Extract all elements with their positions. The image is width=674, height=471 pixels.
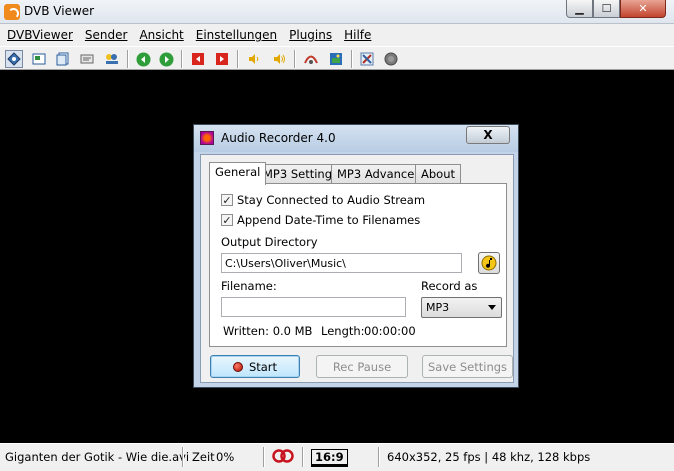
record-as-label: Record as xyxy=(421,279,478,293)
dialog-title: Audio Recorder 4.0 xyxy=(221,131,336,145)
filename-input[interactable] xyxy=(221,297,406,317)
menu-ansicht[interactable]: Ansicht xyxy=(136,28,192,42)
close-icon: ✕ xyxy=(638,2,648,15)
toolbar-separator xyxy=(181,50,183,68)
menu-plugins[interactable]: Plugins xyxy=(286,28,341,42)
close-icon: X xyxy=(483,128,493,142)
menu-hilfe[interactable]: Hilfe xyxy=(341,28,380,42)
dialog-title-bar: Audio Recorder 4.0 X xyxy=(194,125,518,152)
status-separator xyxy=(378,447,380,467)
audio-recorder-icon xyxy=(200,131,214,145)
maximize-button[interactable]: ☐ xyxy=(593,0,620,18)
volume-up-icon xyxy=(274,54,285,64)
toolbar-separator xyxy=(237,50,239,68)
forward-icon xyxy=(159,52,173,66)
record-as-select[interactable]: MP3 xyxy=(421,297,502,318)
dialog-body: General MP3 Settings MP3 Advanced About … xyxy=(200,154,514,383)
folder-music-icon xyxy=(481,255,497,271)
close-button[interactable]: ✕ xyxy=(620,0,666,18)
tv-mode-icon xyxy=(7,52,21,66)
menu-bar: DVBViewer Sender Ansicht Einstellungen P… xyxy=(0,24,674,46)
aspect-ratio-indicator[interactable]: 16:9 xyxy=(311,449,348,467)
timeshift-button[interactable] xyxy=(302,50,320,68)
epg-button[interactable] xyxy=(30,50,48,68)
status-bar: Giganten der Gotik - Wie die.avi Zeit 0%… xyxy=(0,443,674,471)
back-icon xyxy=(136,52,150,66)
toolbar-separator xyxy=(294,50,296,68)
minimize-icon: ▁ xyxy=(575,2,584,15)
tab-general[interactable]: General xyxy=(209,162,267,185)
status-separator xyxy=(182,447,184,467)
toolbar-separator xyxy=(351,50,353,68)
next-channel-icon xyxy=(216,53,228,65)
start-button[interactable]: Start xyxy=(210,355,300,378)
chevron-down-icon xyxy=(488,305,496,310)
written-status: Written: 0.0 MB xyxy=(223,324,313,338)
record-dot-icon xyxy=(232,361,243,372)
timeshift-icon xyxy=(304,55,318,64)
title-bar: DVB Viewer ▁ ☐ ✕ xyxy=(0,0,674,24)
status-separator xyxy=(263,447,265,467)
output-directory-input[interactable]: C:\Users\Oliver\Music\ xyxy=(221,253,462,273)
tv-mode-button[interactable] xyxy=(5,50,23,68)
status-media-info: 640x352, 25 fps | 48 khz, 128 kbps xyxy=(387,450,591,464)
checkbox-box: ✓ xyxy=(221,214,233,226)
back-button[interactable] xyxy=(134,50,152,68)
checkbox-box: ✓ xyxy=(221,194,233,206)
epg-icon xyxy=(32,53,46,65)
teletext-button[interactable] xyxy=(78,50,96,68)
settings-icon xyxy=(360,52,374,66)
volume-down-button[interactable] xyxy=(245,50,263,68)
recorder-icon xyxy=(106,54,118,64)
stay-connected-checkbox[interactable]: ✓ Stay Connected to Audio Stream xyxy=(221,193,425,207)
length-value: 00:00:00 xyxy=(364,324,416,338)
dvbviewer-app-icon xyxy=(4,4,20,20)
settings-button[interactable] xyxy=(358,50,376,68)
record-button[interactable] xyxy=(382,50,400,68)
maximize-icon: ☐ xyxy=(601,2,612,15)
append-datetime-checkbox[interactable]: ✓ Append Date-Time to Filenames xyxy=(221,213,420,227)
volume-up-button[interactable] xyxy=(270,50,288,68)
rec-pause-button[interactable]: Rec Pause xyxy=(316,355,408,378)
output-directory-label: Output Directory xyxy=(221,235,318,249)
channel-list-button[interactable] xyxy=(54,50,72,68)
save-settings-button[interactable]: Save Settings xyxy=(422,355,513,378)
status-time-label: Zeit xyxy=(192,450,215,464)
check-icon: ✓ xyxy=(222,193,232,207)
volume-down-icon xyxy=(249,54,259,64)
next-channel-button[interactable] xyxy=(213,50,231,68)
general-tab-panel: ✓ Stay Connected to Audio Stream ✓ Appen… xyxy=(209,183,507,347)
snapshot-button[interactable] xyxy=(327,50,345,68)
teletext-icon xyxy=(80,54,94,64)
menu-sender[interactable]: Sender xyxy=(82,28,137,42)
prev-channel-icon xyxy=(192,53,204,65)
tab-mp3-advanced[interactable]: MP3 Advanced xyxy=(331,164,428,184)
channel-list-icon xyxy=(56,52,69,66)
browse-folder-button[interactable] xyxy=(478,252,500,274)
recorder-button[interactable] xyxy=(103,50,121,68)
menu-einstellungen[interactable]: Einstellungen xyxy=(193,28,286,42)
audio-recorder-dialog: Audio Recorder 4.0 X General MP3 Setting… xyxy=(193,124,519,388)
stereo-icon xyxy=(272,449,294,463)
filename-label: Filename: xyxy=(221,279,277,293)
snapshot-icon xyxy=(330,53,342,65)
dialog-close-button[interactable]: X xyxy=(466,126,510,144)
tab-about[interactable]: About xyxy=(415,164,462,184)
status-time-value: 0% xyxy=(216,450,235,464)
menu-dvbviewer[interactable]: DVBViewer xyxy=(4,28,82,42)
toolbar xyxy=(0,46,674,70)
minimize-button[interactable]: ▁ xyxy=(566,0,593,18)
status-separator xyxy=(302,447,304,467)
status-filename: Giganten der Gotik - Wie die.avi xyxy=(5,450,190,464)
prev-channel-button[interactable] xyxy=(189,50,207,68)
record-icon xyxy=(384,52,398,66)
audio-channels-icon[interactable] xyxy=(272,449,294,466)
check-icon: ✓ xyxy=(222,213,232,227)
toolbar-separator xyxy=(127,50,129,68)
length-label: Length: xyxy=(321,324,365,338)
forward-button[interactable] xyxy=(157,50,175,68)
window-title: DVB Viewer xyxy=(24,4,95,18)
